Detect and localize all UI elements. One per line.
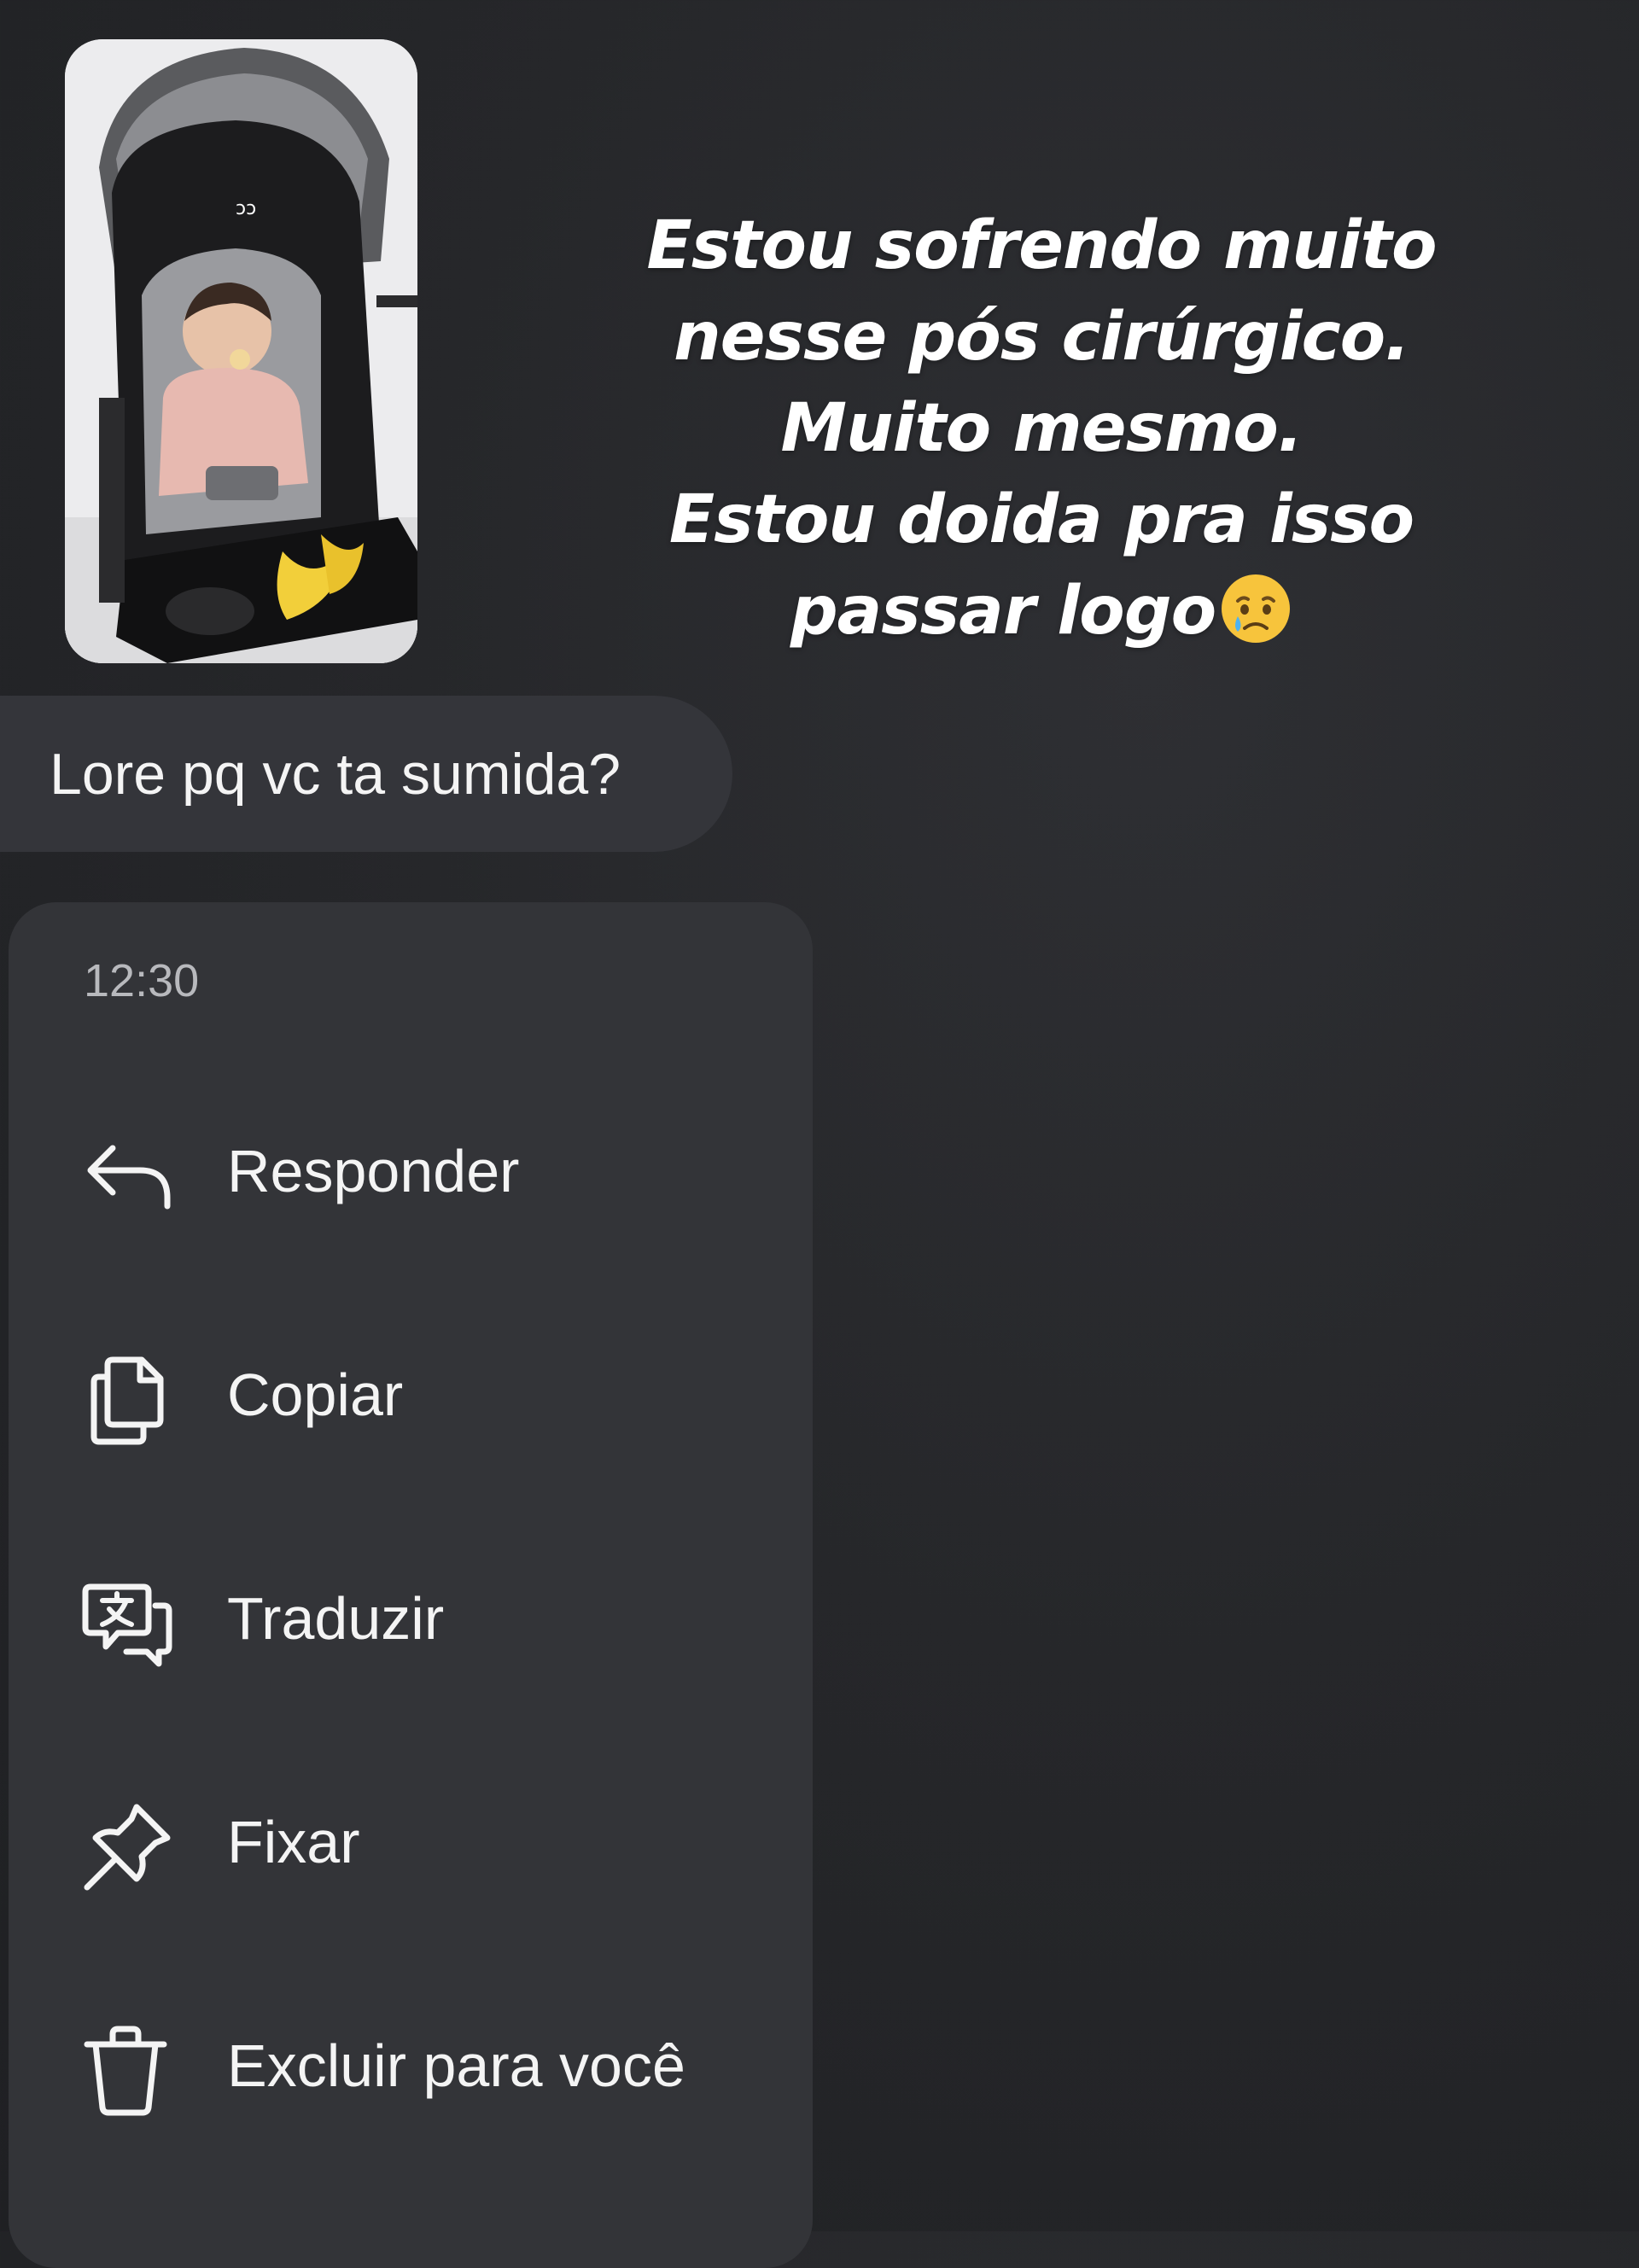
copy-icon bbox=[80, 1351, 176, 1447]
message-context-menu: 12:30 Responder Copiar Traduzir Fixar Ex… bbox=[9, 902, 813, 2268]
message-text: Lore pq vc ta sumida? bbox=[50, 742, 621, 807]
crying-face-emoji bbox=[1219, 572, 1292, 645]
story-thumbnail[interactable]: ɔɔ bbox=[65, 39, 417, 663]
story-caption-line: Estou sofrendo muito bbox=[646, 207, 1437, 284]
delete-for-you-menu-item[interactable]: Excluir para você bbox=[9, 1985, 813, 2138]
baby-stroller-photo: ɔɔ bbox=[65, 39, 417, 663]
story-caption-line: Estou doida pra isso bbox=[668, 481, 1414, 558]
story-caption-line: nesse pós cirúrgico. bbox=[674, 299, 1410, 376]
delete-for-you-label: Excluir para você bbox=[227, 2032, 685, 2099]
reply-arrow-icon bbox=[80, 1128, 176, 1223]
story-caption: Estou sofrendo muito nesse pós cirúrgico… bbox=[546, 201, 1537, 657]
translate-icon bbox=[80, 1575, 176, 1670]
story-caption-line: passar logo bbox=[546, 566, 1537, 657]
pin-icon bbox=[80, 1799, 176, 1894]
reply-menu-item[interactable]: Responder bbox=[9, 1090, 813, 1244]
pin-menu-item[interactable]: Fixar bbox=[9, 1761, 813, 1915]
message-bubble[interactable]: Lore pq vc ta sumida? bbox=[0, 696, 732, 852]
copy-label: Copiar bbox=[227, 1361, 404, 1428]
pin-label: Fixar bbox=[227, 1809, 360, 1875]
translate-label: Traduzir bbox=[227, 1585, 445, 1652]
copy-menu-item[interactable]: Copiar bbox=[9, 1314, 813, 1467]
svg-text:ɔɔ: ɔɔ bbox=[236, 198, 256, 219]
reply-label: Responder bbox=[227, 1138, 520, 1204]
trash-icon bbox=[80, 2022, 176, 2118]
translate-menu-item[interactable]: Traduzir bbox=[9, 1537, 813, 1691]
message-timestamp: 12:30 bbox=[84, 955, 200, 1006]
story-caption-last-text: passar logo bbox=[790, 573, 1216, 650]
story-caption-line: Muito mesmo. bbox=[780, 390, 1303, 467]
